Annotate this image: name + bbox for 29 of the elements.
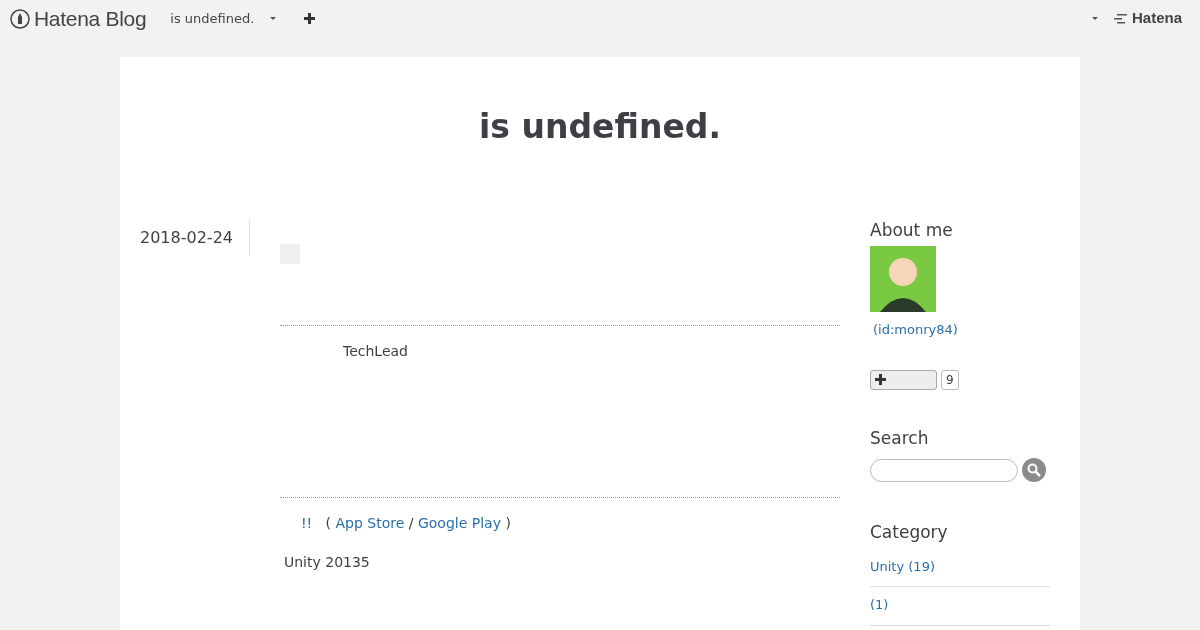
category-heading: Category: [870, 522, 949, 543]
caret-icon[interactable]: [1091, 17, 1098, 20]
blog-title: is undefined.: [478, 106, 722, 148]
plus-icon: [875, 374, 886, 386]
store-link[interactable]: App Store: [335, 515, 405, 531]
hatena-link[interactable]: Hatena: [1113, 7, 1182, 30]
category-link[interactable]: Unity (19): [870, 558, 935, 574]
follow-button[interactable]: [870, 369, 937, 390]
follower-count: 9: [941, 369, 959, 390]
avatar: [870, 246, 936, 313]
caret-icon: [270, 17, 277, 20]
search-icon: [1027, 463, 1041, 478]
entry-date: 2018-02-24: [140, 220, 250, 256]
store-links-text: !! ( App Store / Google Play ): [300, 514, 512, 533]
author-label: TechLead: [342, 342, 409, 361]
about-heading: About me: [870, 220, 954, 241]
blog-menu[interactable]: is undefined.: [170, 8, 277, 29]
intro-link[interactable]: !!: [301, 515, 313, 531]
user-id-link[interactable]: (id:monry84): [873, 320, 1050, 340]
search-heading: Search: [870, 427, 930, 449]
store-link[interactable]: Google Play: [417, 515, 501, 531]
search-field[interactable]: [870, 458, 1018, 482]
category-link[interactable]: (1): [870, 597, 889, 613]
pen-icon: [10, 8, 30, 29]
dots-icon: [1113, 13, 1128, 24]
add-icon[interactable]: [304, 13, 316, 24]
entry-body: Unity 20135: [283, 553, 371, 572]
logo-link[interactable]: Hatena Blog: [10, 2, 147, 35]
search-button[interactable]: [1022, 458, 1046, 483]
